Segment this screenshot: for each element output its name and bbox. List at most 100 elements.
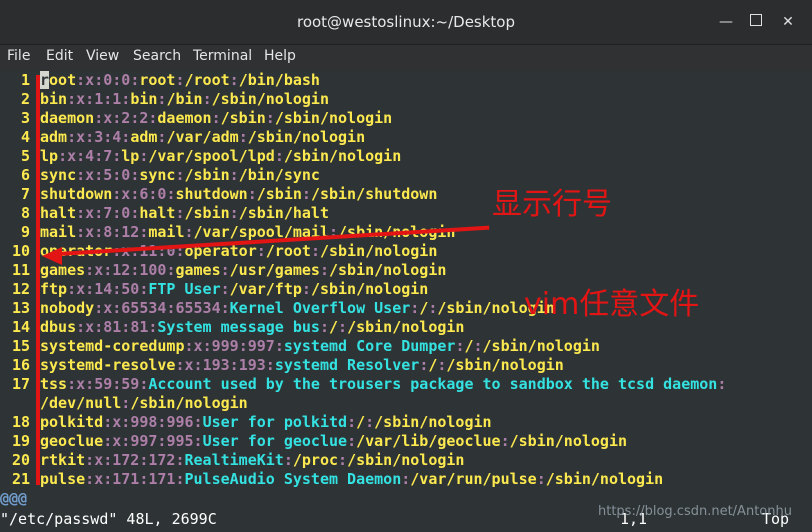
field-gecos: lp [121,147,140,165]
line-number: 16 [11,356,30,374]
maximize-icon[interactable] [748,14,764,30]
field-username: daemon [40,109,95,127]
field-home: /sbin [184,166,230,184]
field-shell: /sbin/nologin [509,432,628,450]
vim-editor[interactable]: 1 root:x:0:0:root:/root:/bin/bash 2 bin:x:1… [0,71,812,532]
line-text: shutdown:x:6:0:shutdown:/sbin:/sbin/shut… [40,185,438,203]
field-password: x [85,318,95,336]
field-shell: /sbin/shutdown [310,185,438,203]
field-uid: 0 [103,71,113,89]
annotation-bar [36,75,40,485]
line-number: 7 [20,185,30,203]
field-password: x [94,451,104,469]
field-username: halt [40,204,77,222]
editor-line[interactable]: 6 sync:x:5:0:sync:/sbin:/bin/sync [0,166,812,185]
field-home: /bin [166,90,203,108]
field-shell: /sbin/nologin [283,147,402,165]
terminal-window: root@westoslinux:~/Desktop — ✕ File Edit… [0,0,812,532]
editor-line[interactable]: 5 lp:x:4:7:lp:/var/spool/lpd:/sbin/nologi… [0,147,812,166]
field-gecos: RealtimeKit [184,451,284,469]
editor-line[interactable]: 19 geoclue:x:997:995:User for geoclue:/va… [0,432,812,451]
editor-line[interactable]: 7 shutdown:x:6:0:shutdown:/sbin:/sbin/shu… [0,185,812,204]
watermark: https://blog.csdn.net/Antonhu [598,504,792,519]
line-number: 17 [11,375,30,393]
field-uid: 65534 [121,299,167,317]
field-gid: 193 [238,356,266,374]
menu-help[interactable]: Help [264,48,296,64]
line-number: 14 [11,318,30,336]
editor-line[interactable]: 2 bin:x:1:1:bin:/bin:/sbin/nologin [0,90,812,109]
editor-line[interactable]: 15 systemd-coredump:x:999:997:systemd Cor… [0,337,812,356]
field-home: / [329,318,339,336]
menu-file[interactable]: File [7,48,30,64]
field-password: x [85,166,95,184]
line-number: 5 [20,147,30,165]
field-gid: 0 [121,204,131,222]
editor-line[interactable]: 11 games:x:12:100:games:/usr/games:/sbin/… [0,261,812,280]
editor-line[interactable]: 20 rtkit:x:172:172:RealtimeKit:/proc:/sbi… [0,451,812,470]
editor-line[interactable]: 3 daemon:x:2:2:daemon:/sbin:/sbin/nologin [0,109,812,128]
editor-line[interactable]: 16 systemd-resolve:x:193:193:systemd Reso… [0,356,812,375]
field-gid: 172 [148,451,176,469]
field-gecos: PulseAudio System Daemon [184,470,402,488]
field-uid: 12 [112,261,131,279]
minimize-icon[interactable]: — [718,14,734,30]
field-uid: 2 [121,109,131,127]
line-number: 6 [20,166,30,184]
field-password: x [76,128,86,146]
field-uid: 8 [103,223,113,241]
field-shell: /sbin/nologin [310,280,429,298]
editor-line[interactable]: 1 root:x:0:0:root:/root:/bin/bash [0,71,812,90]
field-shell: /sbin/nologin [347,318,465,336]
field-gid: 996 [166,413,194,431]
editor-line[interactable]: 8 halt:x:7:0:halt:/sbin:/sbin/halt [0,204,812,223]
line-number: 9 [20,223,30,241]
line-number: 12 [11,280,30,298]
field-gecos: daemon [157,109,212,127]
editor-line-wrap[interactable]: /dev/null:/sbin/nologin [0,394,812,413]
field-uid: 998 [130,413,158,431]
field-home: /var/ftp [229,280,302,298]
field-shell: /sbin/nologin [130,394,248,412]
line-text: adm:x:3:4:adm:/var/adm:/sbin/nologin [40,128,366,146]
editor-line[interactable]: 4 adm:x:3:4:adm:/var/adm:/sbin/nologin [0,128,812,147]
field-password: x [76,280,86,298]
menu-search[interactable]: Search [133,48,181,64]
menu-terminal[interactable]: Terminal [193,48,252,64]
field-gecos: mail [148,223,185,241]
menu-edit[interactable]: Edit [46,48,73,64]
line-text: systemd-resolve:x:193:193:systemd Resolv… [40,356,564,374]
field-gecos: bin [130,90,158,108]
field-gid: 997 [247,337,275,355]
annotation-arrow-head [42,247,62,265]
editor-line[interactable]: 17 tss:x:59:59:Account used by the trouse… [0,375,812,394]
field-home: /root [265,242,311,260]
line-number: 21 [11,470,30,488]
line-text: tss:x:59:59:Account used by the trousers… [40,375,727,393]
field-home: /root [184,71,230,89]
field-home: /var/lib/geoclue [356,432,501,450]
field-home: /dev/null [40,394,122,412]
field-password: x [76,375,86,393]
line-text: systemd-coredump:x:999:997:systemd Core … [40,337,600,355]
field-username: mail [40,223,77,241]
field-uid: 81 [103,318,122,336]
field-shell: /sbin/nologin [319,242,438,260]
field-username: nobody [40,299,95,317]
field-shell: /sbin/nologin [482,337,600,355]
title-bar[interactable]: root@westoslinux:~/Desktop — ✕ [0,0,812,45]
field-home: /proc [292,451,339,469]
field-shell: /sbin/nologin [347,451,465,469]
field-home: /sbin [184,204,230,222]
field-username: systemd-coredump [40,337,185,355]
field-home: / [464,337,474,355]
editor-line[interactable]: 21 pulse:x:171:171:PulseAudio System Daem… [0,470,812,489]
field-gid: 0 [121,71,131,89]
editor-line[interactable]: 18 polkitd:x:998:996:User for polkitd:/:/… [0,413,812,432]
field-home: /var/run/pulse [410,470,537,488]
menu-view[interactable]: View [86,48,119,64]
line-number: 1 [20,71,30,89]
line-text: bin:x:1:1:bin:/bin:/sbin/nologin [40,90,329,108]
close-icon[interactable]: ✕ [780,14,796,30]
line-text: rtkit:x:172:172:RealtimeKit:/proc:/sbin/… [40,451,465,469]
